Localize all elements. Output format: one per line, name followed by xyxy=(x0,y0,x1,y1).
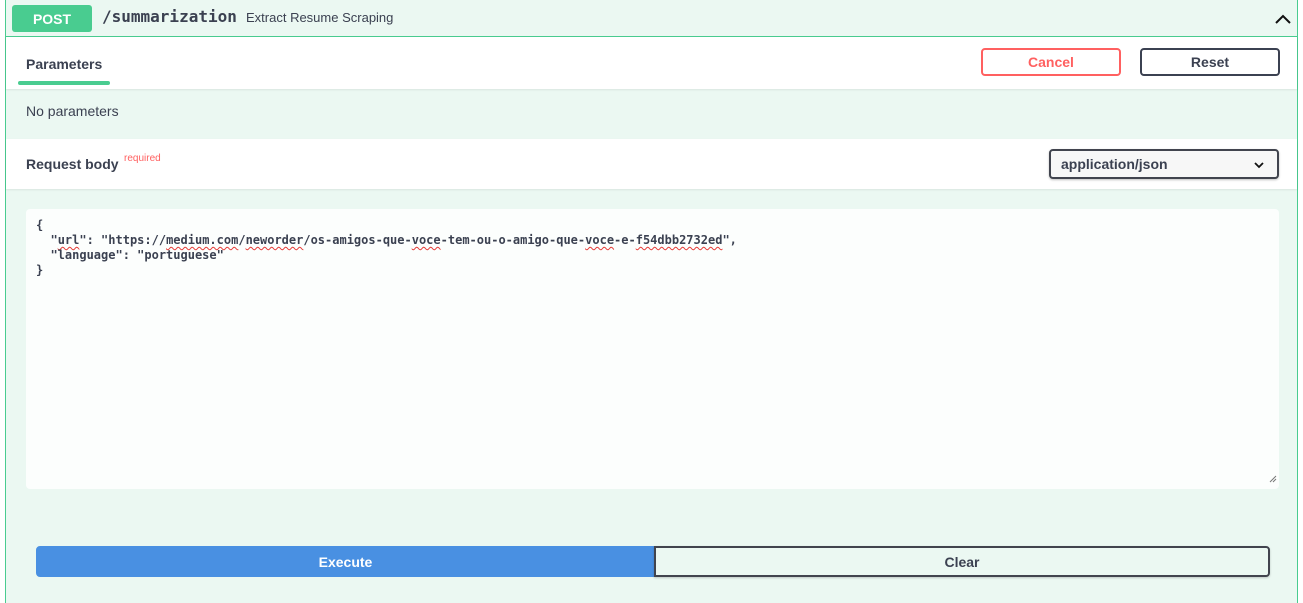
cancel-button[interactable]: Cancel xyxy=(981,48,1121,76)
tab-active-indicator xyxy=(18,81,110,85)
endpoint-description: Extract Resume Scraping xyxy=(246,10,394,25)
content-type-select[interactable]: application/json xyxy=(1049,149,1279,179)
endpoint-path: /summarization xyxy=(102,7,237,26)
chevron-up-icon[interactable] xyxy=(1271,7,1295,31)
method-badge: POST xyxy=(12,5,92,32)
json-line-url: "url": "https://medium.com/neworder/os-a… xyxy=(36,233,737,247)
operation-summary[interactable]: POST /summarization Extract Resume Scrap… xyxy=(6,0,1297,37)
json-line: "language": "portuguese" xyxy=(36,248,224,262)
clear-button[interactable]: Clear xyxy=(654,546,1270,577)
resize-handle-icon[interactable] xyxy=(1269,472,1277,487)
chevron-down-icon xyxy=(1253,158,1265,174)
json-line: } xyxy=(36,263,44,277)
parameters-header: Parameters Cancel Reset xyxy=(6,37,1297,89)
required-label: required xyxy=(124,153,161,164)
execute-button[interactable]: Execute xyxy=(36,546,655,577)
request-body-editor[interactable]: { "url": "https://medium.com/neworder/os… xyxy=(26,209,1279,489)
reset-button[interactable]: Reset xyxy=(1140,48,1280,76)
operation-block: POST /summarization Extract Resume Scrap… xyxy=(5,0,1298,603)
request-body-header: Request body required application/json xyxy=(6,139,1297,189)
no-parameters-text: No parameters xyxy=(26,103,119,119)
request-body-title: Request body xyxy=(26,156,119,172)
content-type-value: application/json xyxy=(1061,156,1168,172)
json-line: { xyxy=(36,218,44,232)
tab-parameters[interactable]: Parameters xyxy=(26,56,102,72)
